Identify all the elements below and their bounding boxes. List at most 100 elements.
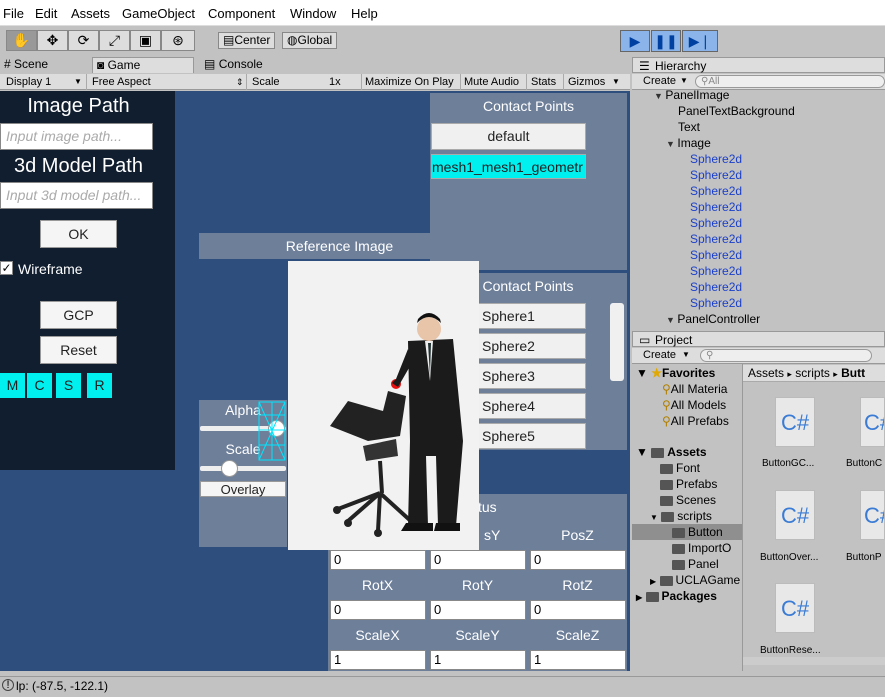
aspect-dropdown[interactable]: Free Aspect — [92, 75, 151, 89]
hierarchy-item[interactable]: Sphere2d — [690, 280, 742, 294]
menu-gameobject[interactable]: GameObject — [122, 6, 195, 21]
tab-project[interactable]: Project — [655, 333, 692, 347]
favorite-prefabs[interactable]: ⚲All Prefabs — [662, 414, 729, 428]
hierarchy-item[interactable]: Sphere2d — [690, 152, 742, 166]
menu-file[interactable]: File — [3, 6, 24, 21]
mode-s-button[interactable]: S — [56, 373, 81, 398]
reset-button[interactable]: Reset — [40, 336, 117, 364]
rot-z-input[interactable]: 0 — [530, 600, 626, 620]
rotate-tool-icon[interactable]: ⟳ — [68, 30, 99, 51]
breadcrumb-item[interactable]: scripts — [795, 366, 830, 380]
hierarchy-item[interactable]: ▼ PanelController — [666, 312, 760, 326]
project-zoom-slider[interactable] — [743, 657, 885, 665]
folder-font[interactable]: Font — [660, 461, 700, 475]
hierarchy-item[interactable]: Sphere2d — [690, 264, 742, 278]
pos-x-input[interactable]: 0 — [330, 550, 426, 570]
overlay-scale-slider-track[interactable] — [200, 466, 286, 471]
pos-z-input[interactable]: 0 — [530, 550, 626, 570]
hierarchy-item[interactable]: ▼ Image — [666, 136, 711, 150]
menu-assets[interactable]: Assets — [71, 6, 110, 21]
packages-folder[interactable]: ▶ Packages — [636, 589, 717, 603]
folder-panel[interactable]: Panel — [672, 557, 719, 571]
model-path-input[interactable]: Input 3d model path... — [0, 182, 153, 209]
folder-scenes[interactable]: Scenes — [660, 493, 716, 507]
expand-arrow-icon[interactable]: ▼ — [666, 315, 677, 325]
hand-tool-icon[interactable]: ✋ — [6, 30, 37, 51]
hierarchy-item[interactable]: Sphere2d — [690, 248, 742, 262]
folder-button[interactable]: Button — [672, 525, 723, 539]
display-dropdown[interactable]: Display 1 — [6, 75, 51, 89]
expand-arrow-icon[interactable]: ▼ — [666, 139, 677, 149]
hierarchy-item[interactable]: Sphere2d — [690, 232, 742, 246]
breadcrumb-item[interactable]: Assets — [748, 366, 784, 380]
mute-audio-toggle[interactable]: Mute Audio — [464, 75, 519, 89]
step-button-icon[interactable]: ▶❘ — [682, 30, 718, 52]
favorite-models[interactable]: ⚲All Models — [662, 398, 726, 412]
maximize-on-play-toggle[interactable]: Maximize On Play — [365, 75, 454, 89]
rot-x-input[interactable]: 0 — [330, 600, 426, 620]
folder-uclagame[interactable]: ▶ UCLAGame — [650, 573, 740, 587]
tab-game[interactable]: ◙ Game — [92, 57, 194, 73]
menu-window[interactable]: Window — [290, 6, 336, 21]
menu-edit[interactable]: Edit — [35, 6, 57, 21]
mode-c-button[interactable]: C — [27, 373, 52, 398]
hierarchy-item[interactable]: Sphere2d — [690, 200, 742, 214]
overlay-scale-slider-thumb[interactable] — [221, 460, 238, 477]
csharp-file-icon[interactable]: C# — [775, 397, 815, 447]
gcp-button[interactable]: GCP — [40, 301, 117, 329]
pause-button-icon[interactable]: ❚❚ — [651, 30, 681, 52]
overlay-button[interactable]: Overlay — [200, 481, 286, 497]
mode-r-button[interactable]: R — [87, 373, 112, 398]
status-message[interactable]: lp: (-87.5, -122.1) — [16, 679, 108, 693]
assets-folder[interactable]: ▼ Assets — [636, 445, 707, 459]
favorite-materials[interactable]: ⚲All Materia — [662, 382, 727, 396]
default-button[interactable]: default — [431, 123, 586, 150]
scale-y-input[interactable]: 1 — [430, 650, 526, 670]
stats-toggle[interactable]: Stats — [531, 75, 556, 89]
move-tool-icon[interactable]: ✥ — [37, 30, 68, 51]
csharp-file-icon[interactable]: C# — [775, 583, 815, 633]
image-path-input[interactable]: Input image path... — [0, 123, 153, 150]
breadcrumb-item[interactable]: Butt — [841, 366, 865, 380]
sphere-1-button[interactable]: Sphere1 — [477, 303, 586, 329]
favorites-item[interactable]: ▼ ★Favorites — [636, 366, 715, 380]
tab-console[interactable]: ▤ Console — [200, 57, 290, 73]
mode-m-button[interactable]: M — [0, 373, 25, 398]
csharp-file-icon[interactable]: C# — [775, 490, 815, 540]
pivot-global-button[interactable]: ◍Global — [282, 32, 338, 49]
project-create-button[interactable]: Create — [643, 349, 676, 361]
mesh-button[interactable]: mesh1_mesh1_geometr — [431, 154, 586, 179]
sphere-5-button[interactable]: Sphere5 — [477, 423, 586, 449]
csharp-file-icon[interactable]: C# — [860, 490, 885, 540]
gizmos-dropdown[interactable]: Gizmos — [568, 75, 605, 89]
tab-scene[interactable]: # Scene — [0, 57, 88, 73]
folder-scripts[interactable]: ▼ scripts — [650, 509, 712, 523]
spheres-scrollbar[interactable] — [610, 303, 624, 381]
csharp-file-icon[interactable]: C# — [860, 397, 885, 447]
hierarchy-item[interactable]: Sphere2d — [690, 296, 742, 310]
play-button-icon[interactable]: ▶ — [620, 30, 650, 52]
sphere-2-button[interactable]: Sphere2 — [477, 333, 586, 359]
sphere-4-button[interactable]: Sphere4 — [477, 393, 586, 419]
hierarchy-search-input[interactable]: ⚲All — [695, 75, 885, 88]
hierarchy-create-button[interactable]: Create — [643, 75, 676, 87]
menu-component[interactable]: Component — [208, 6, 275, 21]
rot-y-input[interactable]: 0 — [430, 600, 526, 620]
folder-importo[interactable]: ImportO — [672, 541, 731, 555]
hierarchy-item[interactable]: ▼ PanelImage — [654, 88, 729, 102]
wireframe-checkbox[interactable]: ✓ — [0, 261, 13, 275]
scale-x-input[interactable]: 1 — [330, 650, 426, 670]
rect-tool-icon[interactable]: ▣ — [130, 30, 161, 51]
folder-prefabs[interactable]: Prefabs — [660, 477, 717, 491]
hierarchy-item[interactable]: Sphere2d — [690, 184, 742, 198]
pivot-center-button[interactable]: ▤Center — [218, 32, 276, 49]
sphere-3-button[interactable]: Sphere3 — [477, 363, 586, 389]
hierarchy-item[interactable]: Text — [678, 120, 700, 134]
scale-z-input[interactable]: 1 — [530, 650, 626, 670]
pos-y-input[interactable]: 0 — [430, 550, 526, 570]
hierarchy-item[interactable]: Sphere2d — [690, 216, 742, 230]
ok-button[interactable]: OK — [40, 220, 117, 248]
expand-arrow-icon[interactable]: ▼ — [654, 91, 665, 101]
scale-tool-icon[interactable]: ⤢ — [99, 30, 130, 51]
transform-tool-icon[interactable]: ⊛ — [161, 30, 195, 51]
